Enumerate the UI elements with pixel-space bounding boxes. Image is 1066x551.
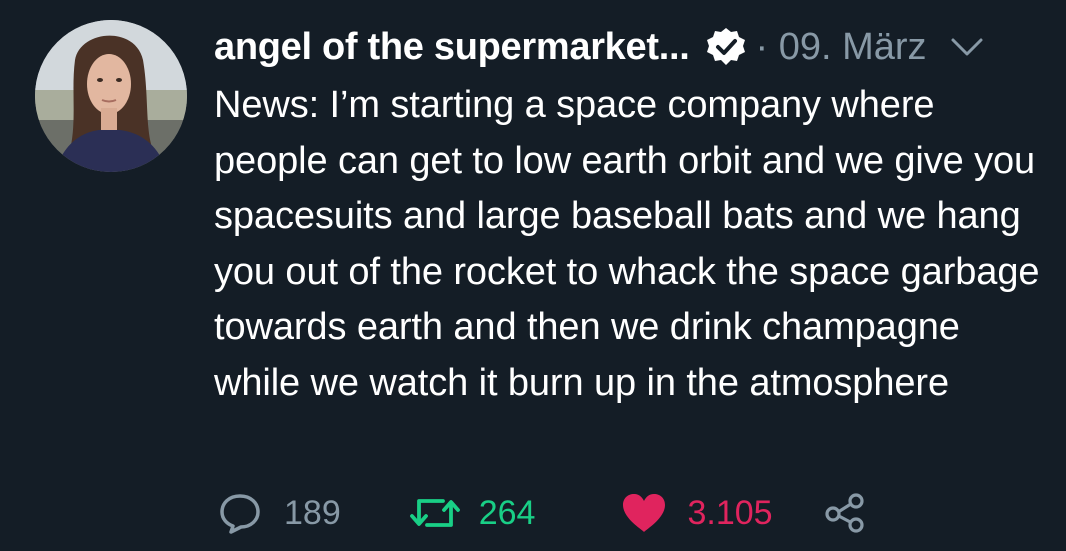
tweet-card: angel of the supermarket... · 09. März N… xyxy=(0,0,1066,551)
like-button[interactable]: 3.105 xyxy=(621,492,773,534)
chevron-down-icon[interactable] xyxy=(949,29,985,65)
share-nodes-icon xyxy=(824,493,864,533)
speech-bubble-icon xyxy=(220,494,260,534)
verified-badge-icon xyxy=(705,26,747,68)
tweet-date[interactable]: · 09. März xyxy=(755,26,926,69)
retweet-button[interactable]: 264 xyxy=(409,491,536,535)
avatar[interactable] xyxy=(35,20,187,172)
tweet-header: angel of the supermarket... · 09. März xyxy=(214,22,985,72)
retweet-arrows-icon xyxy=(409,499,460,527)
heart-icon xyxy=(623,494,666,532)
reply-count: 189 xyxy=(284,493,341,532)
like-count: 3.105 xyxy=(687,493,773,532)
author-name[interactable]: angel of the supermarket... xyxy=(214,26,690,69)
reply-button[interactable]: 189 xyxy=(218,491,341,535)
tweet-actions: 189 264 3.105 xyxy=(218,488,867,538)
tweet-text: News: I’m starting a space company where… xyxy=(214,84,1040,404)
share-button[interactable] xyxy=(823,491,867,535)
retweet-count: 264 xyxy=(478,493,536,532)
